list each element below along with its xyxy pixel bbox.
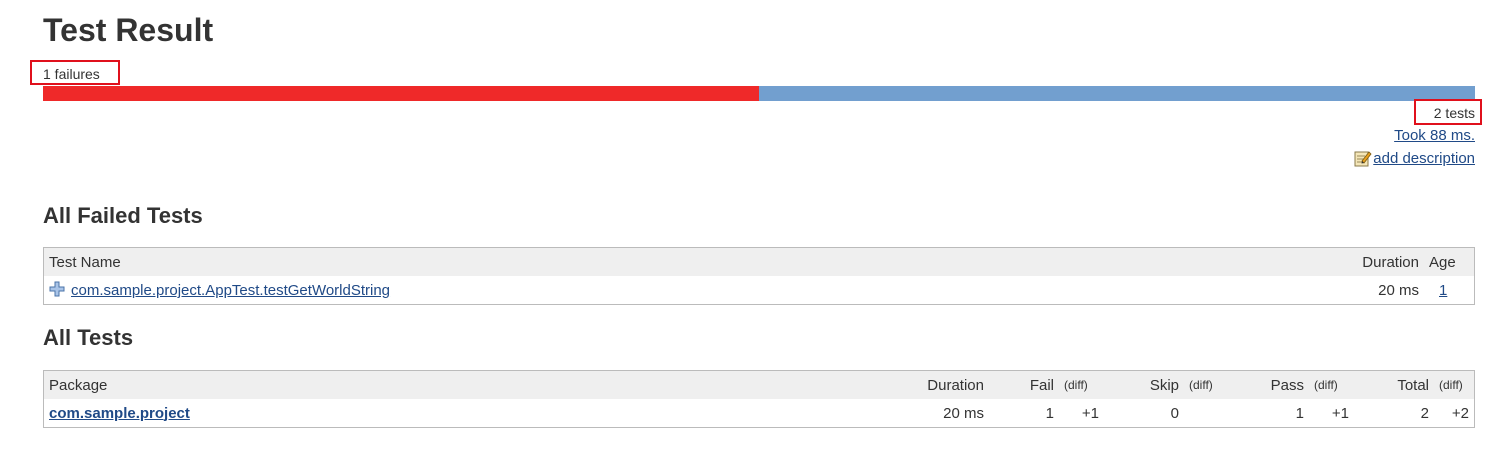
failed-tests-table: Test Name Duration Age com.sample.projec…: [43, 247, 1475, 305]
col-duration: Duration: [1344, 247, 1424, 276]
progress-pass-segment: [759, 86, 1475, 101]
failed-test-age-link[interactable]: 1: [1439, 282, 1447, 299]
all-tests-header-row: Package Duration Fail (diff) Skip (diff)…: [43, 370, 1475, 399]
package-cell: com.sample.project: [44, 399, 900, 428]
failed-test-age-cell: 1: [1424, 276, 1475, 305]
add-description-link[interactable]: add description: [1373, 150, 1475, 167]
col-total: Total: [1354, 370, 1434, 399]
failed-tests-heading: All Failed Tests: [43, 203, 203, 228]
progress-fail-segment: [43, 86, 759, 101]
package-fail: 1: [1045, 404, 1054, 422]
failed-test-duration: 20 ms: [1378, 281, 1419, 299]
failed-test-link[interactable]: com.sample.project.AppTest.testGetWorldS…: [71, 282, 390, 299]
table-row: com.sample.project.AppTest.testGetWorldS…: [44, 276, 1475, 305]
package-total: 2: [1420, 404, 1429, 422]
col-total-diff: (diff): [1434, 370, 1475, 399]
table-row: com.sample.project 20 ms 1 +1 0 1 +1 2 +…: [44, 399, 1475, 428]
col-duration: Duration: [899, 370, 989, 399]
failures-count: 1 failures: [43, 66, 100, 82]
failed-tests-header-row: Test Name Duration Age: [43, 247, 1475, 276]
expand-plus-icon[interactable]: [49, 281, 65, 297]
failed-test-cell: com.sample.project.AppTest.testGetWorldS…: [44, 276, 1345, 305]
package-total-diff: +2: [1451, 404, 1469, 422]
package-pass: 1: [1295, 404, 1304, 422]
tests-count: 2 tests: [1433, 105, 1475, 121]
col-age: Age: [1424, 247, 1475, 276]
took-link-container: Took 88 ms.: [1394, 127, 1475, 144]
col-test-name: Test Name: [43, 247, 1344, 276]
took-duration-link[interactable]: Took 88 ms.: [1394, 127, 1475, 144]
col-package: Package: [43, 370, 899, 399]
package-pass-diff: +1: [1331, 404, 1349, 422]
package-skip: 0: [1170, 404, 1179, 422]
package-fail-diff: +1: [1081, 404, 1099, 422]
all-tests-heading: All Tests: [43, 325, 134, 350]
test-progress-bar: [43, 86, 1475, 101]
page-title: Test Result: [43, 12, 214, 48]
col-fail-diff: (diff): [1059, 370, 1104, 399]
col-skip-diff: (diff): [1184, 370, 1229, 399]
col-pass: Pass: [1229, 370, 1309, 399]
package-link[interactable]: com.sample.project: [49, 405, 190, 422]
col-skip: Skip: [1104, 370, 1184, 399]
all-tests-table: Package Duration Fail (diff) Skip (diff)…: [43, 370, 1475, 428]
package-duration: 20 ms: [943, 404, 984, 422]
package-skip-diff: [1184, 399, 1229, 428]
add-description-container: add description: [1354, 149, 1475, 167]
col-pass-diff: (diff): [1309, 370, 1354, 399]
edit-icon[interactable]: [1354, 149, 1372, 167]
col-fail: Fail: [989, 370, 1059, 399]
